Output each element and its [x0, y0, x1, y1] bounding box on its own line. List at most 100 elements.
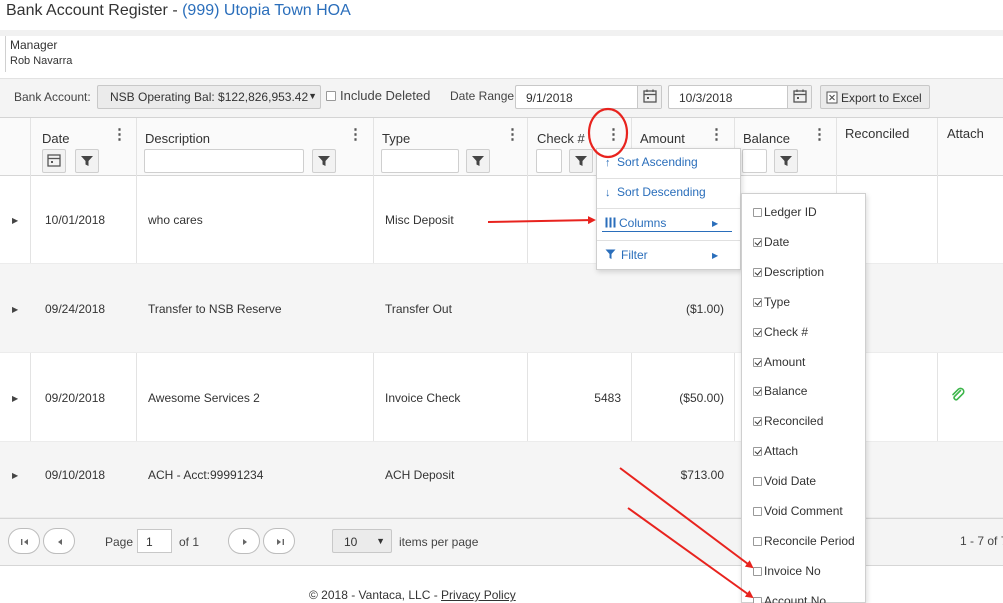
column-toggle-label: Description [764, 265, 825, 279]
column-toggle-item[interactable]: Attach [753, 444, 798, 458]
calendar-icon[interactable] [637, 86, 661, 108]
expand-row-icon[interactable]: ▶ [12, 471, 18, 480]
column-toggle-checkbox[interactable] [753, 477, 762, 486]
column-toggle-checkbox[interactable] [753, 238, 762, 247]
column-toggle-label: Balance [764, 384, 808, 398]
column-toggle-item[interactable]: Account No [753, 594, 826, 603]
column-toggle-item[interactable]: Description [753, 265, 824, 279]
column-toggle-checkbox[interactable] [753, 208, 762, 217]
column-toggle-checkbox[interactable] [753, 417, 762, 426]
menu-divider [597, 240, 740, 241]
column-toggle-item[interactable]: Amount [753, 355, 805, 369]
sort-up-icon: ↑ [605, 157, 611, 169]
filter-menu-item[interactable]: Filter [605, 248, 648, 262]
column-toggle-item[interactable]: Check # [753, 325, 808, 339]
expand-row-icon[interactable]: ▶ [12, 216, 18, 225]
excel-icon [826, 91, 838, 104]
filter-icon[interactable] [774, 149, 798, 173]
paperclip-icon[interactable] [950, 387, 966, 403]
date-from-input[interactable]: 9/1/2018 [515, 85, 662, 109]
column-toggle-checkbox[interactable] [753, 387, 762, 396]
type-filter-input[interactable] [381, 149, 459, 173]
check-filter-input[interactable] [536, 149, 562, 173]
column-header-reconciled[interactable]: Reconciled [845, 126, 909, 141]
caret-right-icon: ▶ [712, 219, 719, 228]
privacy-policy-link[interactable]: Privacy Policy [441, 588, 516, 602]
items-per-page-dropdown[interactable]: 10 ▼ [332, 529, 392, 553]
row-type: Transfer Out [385, 302, 452, 316]
sort-ascending-item[interactable]: ↑ Sort Ascending [605, 155, 698, 169]
column-toggle-item[interactable]: Reconcile Period [753, 534, 855, 548]
column-toggle-checkbox[interactable] [753, 298, 762, 307]
column-toggle-checkbox[interactable] [753, 567, 762, 576]
page-number-input[interactable]: 1 [137, 529, 172, 553]
column-toggle-item[interactable]: Type [753, 295, 790, 309]
row-type: Misc Deposit [385, 213, 454, 227]
pager-range: 1 - 7 of 7 [960, 528, 1003, 552]
column-toggle-item[interactable]: Void Date [753, 474, 816, 488]
column-toggle-item[interactable]: Balance [753, 384, 807, 398]
column-toggle-checkbox[interactable] [753, 358, 762, 367]
column-toggle-checkbox[interactable] [753, 447, 762, 456]
columns-menu-item[interactable]: Columns [605, 216, 666, 230]
column-header-check[interactable]: Check # [537, 131, 585, 146]
association-name: (999) Utopia Town HOA [182, 2, 351, 19]
columns-label: Columns [619, 216, 667, 230]
last-page-button[interactable] [263, 528, 295, 554]
row-amount: $713.00 [680, 468, 724, 482]
filter-icon[interactable] [75, 149, 99, 173]
balance-filter-input[interactable] [742, 149, 767, 173]
column-toggle-label: Invoice No [764, 564, 821, 578]
column-toggle-label: Attach [764, 444, 799, 458]
column-toggle-item[interactable]: Ledger ID [753, 205, 817, 219]
first-page-button[interactable] [8, 528, 40, 554]
column-menu-icon[interactable]: ⋮ [112, 127, 127, 142]
next-page-button[interactable] [228, 528, 260, 554]
first-page-icon [21, 539, 28, 545]
expand-row-icon[interactable]: ▶ [12, 394, 18, 403]
column-toggle-item[interactable]: Reconciled [753, 414, 823, 428]
filter-icon[interactable] [569, 149, 593, 173]
column-menu-icon[interactable]: ⋮ [812, 127, 827, 142]
row-date: 09/20/2018 [45, 391, 106, 405]
date-range-label: Date Range [450, 89, 515, 103]
column-header-type[interactable]: Type [382, 131, 410, 146]
column-header-attach[interactable]: Attach [947, 126, 984, 141]
manager-name: Rob Navarra [10, 55, 73, 67]
date-to-input[interactable]: 10/3/2018 [668, 85, 812, 109]
column-toggle-item[interactable]: Date [753, 235, 789, 249]
expand-row-icon[interactable]: ▶ [12, 305, 18, 314]
date-from-value: 9/1/2018 [526, 91, 573, 105]
column-header-description[interactable]: Description [145, 131, 210, 146]
include-deleted-checkbox[interactable] [326, 91, 336, 101]
column-options-menu: ↑ Sort Ascending ↓ Sort Descending Columns… [596, 148, 741, 270]
column-menu-icon[interactable]: ⋮ [348, 127, 363, 142]
sort-descending-item[interactable]: ↓ Sort Descending [605, 185, 706, 199]
export-excel-button[interactable]: Export to Excel [820, 85, 930, 109]
column-toggle-label: Void Date [764, 474, 817, 488]
column-header-date[interactable]: Date [42, 131, 69, 146]
column-toggle-checkbox[interactable] [753, 597, 762, 603]
previous-page-button[interactable] [43, 528, 75, 554]
column-menu-icon[interactable]: ⋮ [606, 127, 621, 142]
description-filter-input[interactable] [144, 149, 304, 173]
export-excel-label: Export to Excel [841, 91, 922, 105]
column-menu-icon[interactable]: ⋮ [709, 127, 724, 142]
column-toggle-checkbox[interactable] [753, 268, 762, 277]
column-toggle-checkbox[interactable] [753, 328, 762, 337]
filter-icon[interactable] [312, 149, 336, 173]
column-toggle-checkbox[interactable] [753, 537, 762, 546]
column-toggle-label: Account No [764, 594, 827, 603]
column-toggle-checkbox[interactable] [753, 507, 762, 516]
calendar-icon[interactable] [787, 86, 811, 108]
filter-icon[interactable] [466, 149, 490, 173]
column-toggle-item[interactable]: Void Comment [753, 504, 843, 518]
row-type: ACH Deposit [385, 468, 455, 482]
column-header-balance[interactable]: Balance [743, 131, 790, 146]
bank-account-dropdown[interactable]: NSB Operating Bal: $122,826,953.42 ▼ [97, 85, 321, 109]
column-toggle-label: Ledger ID [764, 205, 817, 219]
column-header-amount[interactable]: Amount [640, 131, 685, 146]
column-menu-icon[interactable]: ⋮ [505, 127, 520, 142]
column-toggle-item[interactable]: Invoice No [753, 564, 821, 578]
date-filter-calendar-icon[interactable] [42, 149, 66, 173]
